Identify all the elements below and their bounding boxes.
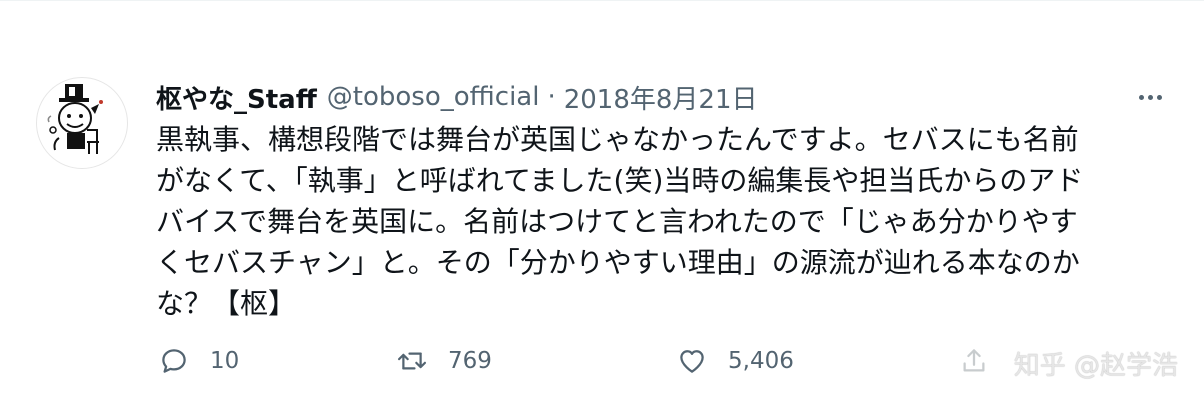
avatar[interactable] (36, 77, 128, 169)
tweet-text-line: 黒執事、構想段階では舞台が英国じゃなかったんですよ。セバスにも名前 (156, 123, 1079, 156)
retweet-button[interactable]: 769 (394, 341, 492, 381)
tweet-text-line: バイスで舞台を英国に。名前はつけてと言われたので「じゃあ分かりやす (156, 205, 1078, 238)
reply-button[interactable]: 10 (156, 341, 239, 381)
share-icon (956, 343, 992, 379)
retweet-icon (394, 343, 430, 379)
share-button[interactable] (956, 341, 992, 381)
user-handle[interactable]: @toboso_official (327, 82, 540, 112)
tweet-date[interactable]: 2018年8月21日 (564, 79, 758, 116)
tweet-text-line: くセバスチャン」と。その「分かりやすい理由」の源流が辿れる本なのか (156, 246, 1080, 279)
tweet-card[interactable]: 枢やな_Staff @toboso_official · 2018年8月21日 … (0, 0, 1204, 412)
heart-icon (674, 343, 710, 379)
reply-count: 10 (210, 348, 240, 374)
tweet-text-line: がなくて、「執事」と呼ばれてました(笑)当時の編集長や担当氏からのアド (156, 164, 1084, 197)
separator-dot: · (547, 82, 556, 112)
retweet-count: 769 (448, 348, 492, 374)
like-count: 5,406 (728, 348, 794, 374)
tweet-text: 黒執事、構想段階では舞台が英国じゃなかったんですよ。セバスにも名前 がなくて、「… (156, 119, 1166, 324)
tweet-header: 枢やな_Staff @toboso_official · 2018年8月21日 (156, 79, 758, 115)
reply-icon (156, 343, 192, 379)
display-name[interactable]: 枢やな_Staff (156, 79, 317, 116)
avatar-illustration (47, 84, 103, 154)
like-button[interactable]: 5,406 (674, 341, 794, 381)
tweet-text-line: な？【枢】 (156, 287, 297, 320)
watermark-text: 知乎 @赵学浩 (1013, 351, 1178, 381)
more-options-icon[interactable] (1134, 81, 1166, 113)
